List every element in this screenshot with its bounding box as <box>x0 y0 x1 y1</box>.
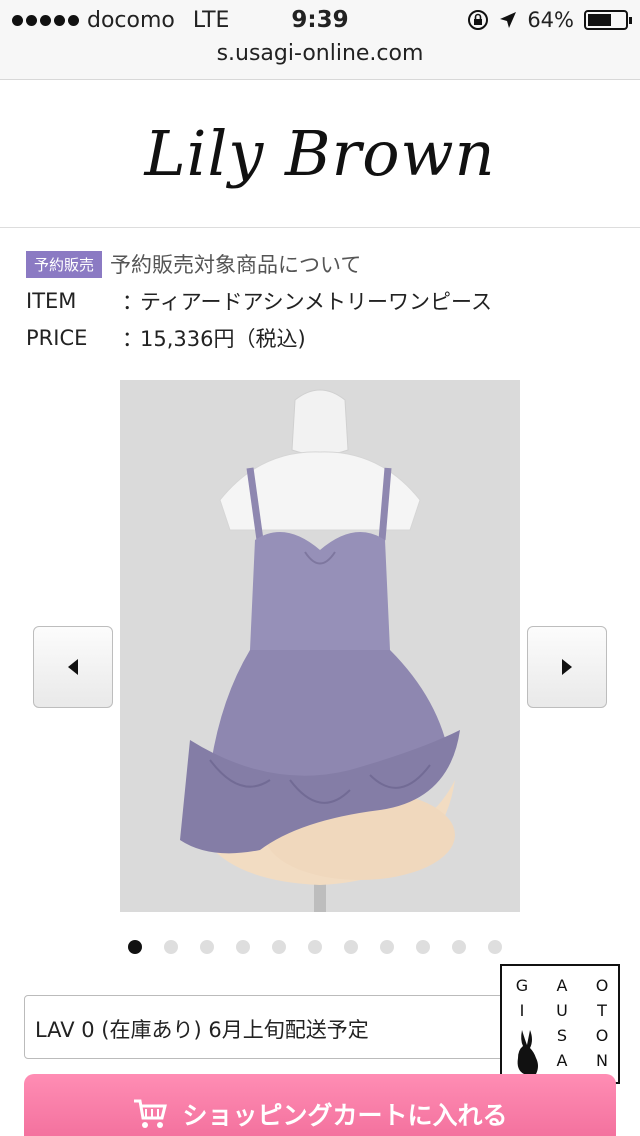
carousel-dot[interactable] <box>488 940 502 954</box>
carousel-dot[interactable] <box>164 940 178 954</box>
gaiusa-letter: T <box>597 1001 607 1020</box>
gaiusa-letter: A <box>556 1051 568 1070</box>
carousel-dot[interactable] <box>200 940 214 954</box>
item-label: ITEM <box>26 289 77 313</box>
variant-select[interactable]: LAV 0 (在庫あり) 6月上旬配送予定 <box>24 995 544 1059</box>
url-bar[interactable]: s.usagi-online.com <box>0 40 640 80</box>
gaiusa-badge[interactable]: G I A U S A O T O N <box>500 964 620 1084</box>
carousel-dot[interactable] <box>452 940 466 954</box>
battery-icon <box>584 10 632 30</box>
status-bar: docomo LTE 9:39 64% <box>0 0 640 40</box>
status-right: 64% <box>467 8 632 32</box>
item-name: ティアードアシンメトリーワンピース <box>140 290 492 314</box>
gaiusa-col-3: O T O N <box>592 976 612 1070</box>
prev-image-button[interactable] <box>33 626 113 708</box>
gaiusa-col-1: G I <box>512 976 532 1020</box>
reserve-row: 予約販売 予約販売対象商品について <box>26 250 626 278</box>
gaiusa-letter: A <box>556 976 568 995</box>
gaiusa-letter: S <box>556 1026 568 1045</box>
arrow-left-icon <box>68 659 78 675</box>
battery-percent: 64% <box>527 8 574 32</box>
rotation-lock-icon <box>468 10 489 30</box>
location-arrow-icon <box>500 12 517 28</box>
rabbit-icon <box>517 1030 538 1074</box>
price-row: PRICE ： 15,336円（税込) <box>26 324 626 352</box>
gaiusa-letter: I <box>519 1001 525 1020</box>
carousel-dot[interactable] <box>128 940 142 954</box>
carousel-dot[interactable] <box>308 940 322 954</box>
gaiusa-letter: O <box>595 976 609 995</box>
price-separator: ： <box>122 327 143 351</box>
carousel-dot[interactable] <box>416 940 430 954</box>
gaiusa-letter: U <box>556 1001 568 1020</box>
add-to-cart-button[interactable]: ショッピングカートに入れる <box>24 1074 616 1136</box>
gaiusa-col-2: A U S A <box>552 976 572 1070</box>
carousel-dot[interactable] <box>344 940 358 954</box>
arrow-right-icon <box>562 659 572 675</box>
variant-selected-value: LAV 0 (在庫あり) 6月上旬配送予定 <box>35 1018 369 1042</box>
price-value: 15,336円（税込) <box>140 327 306 351</box>
carousel-dot[interactable] <box>236 940 250 954</box>
preorder-badge: 予約販売 <box>26 250 103 278</box>
cart-icon <box>134 1099 168 1128</box>
brand-header: Lily Brown <box>0 80 640 228</box>
preorder-info-link[interactable]: 予約販売対象商品について <box>110 249 361 279</box>
gaiusa-letter: G <box>515 976 529 995</box>
carousel-dots <box>128 940 502 954</box>
gaiusa-letter: N <box>596 1051 608 1070</box>
product-info: 予約販売 予約販売対象商品について ITEM ： ティアードアシンメトリーワンピ… <box>26 250 626 352</box>
url-text: s.usagi-online.com <box>216 41 424 66</box>
gaiusa-letter: O <box>595 1026 609 1045</box>
carousel-dot[interactable] <box>272 940 286 954</box>
price-label: PRICE <box>26 326 88 350</box>
carousel-dot[interactable] <box>380 940 394 954</box>
item-separator: ： <box>122 290 143 314</box>
brand-logo[interactable]: Lily Brown <box>144 117 495 190</box>
product-image[interactable] <box>120 380 520 912</box>
next-image-button[interactable] <box>527 626 607 708</box>
dress-photo <box>120 380 520 912</box>
item-row: ITEM ： ティアードアシンメトリーワンピース <box>26 287 626 315</box>
add-to-cart-label: ショッピングカートに入れる <box>182 1101 508 1130</box>
